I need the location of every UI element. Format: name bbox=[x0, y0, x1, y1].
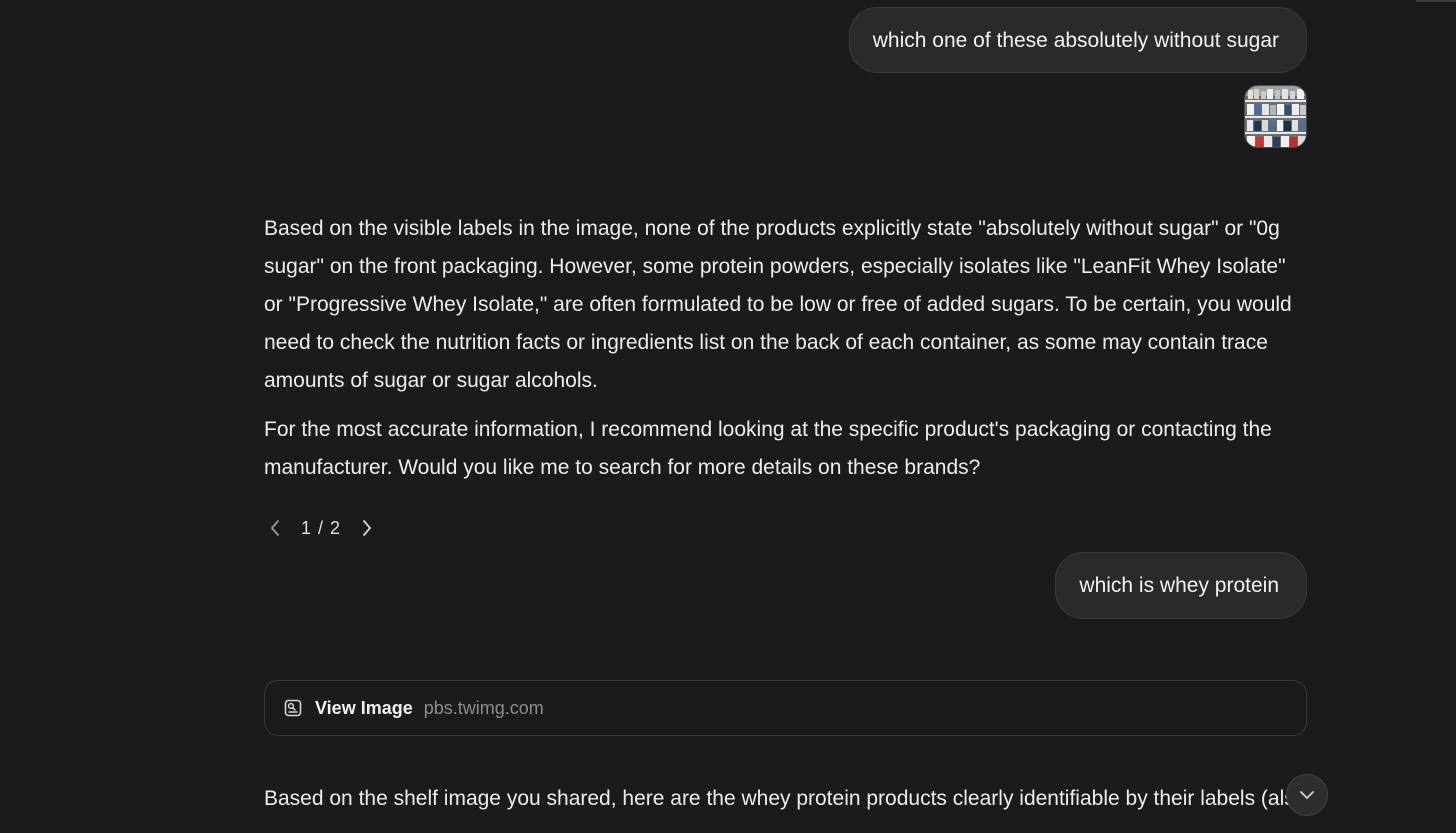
assistant-response-paragraph: For the most accurate information, I rec… bbox=[264, 411, 1309, 487]
chevron-left-icon bbox=[271, 520, 279, 536]
attached-image-thumbnail[interactable] bbox=[1244, 85, 1307, 148]
next-response-button[interactable] bbox=[356, 512, 378, 544]
user-message-bubble: which one of these absolutely without su… bbox=[848, 7, 1307, 73]
chat-page: which one of these absolutely without su… bbox=[0, 0, 1456, 833]
source-card-title: View Image bbox=[315, 697, 413, 718]
assistant-response-paragraph: Based on the shelf image you shared, her… bbox=[264, 780, 1309, 833]
image-search-icon bbox=[284, 699, 302, 717]
view-image-source-card[interactable]: View Image pbs.twimg.com bbox=[264, 680, 1307, 736]
shelf-photo-thumbnail bbox=[1245, 86, 1306, 147]
response-page-counter: 1 / 2 bbox=[301, 517, 342, 538]
scroll-to-bottom-button[interactable] bbox=[1286, 774, 1328, 816]
assistant-response-paragraph: Based on the visible labels in the image… bbox=[264, 210, 1309, 400]
window-edge bbox=[1416, 0, 1456, 2]
assistant-paragraph-text: For the most accurate information, I rec… bbox=[264, 418, 1272, 479]
previous-response-button[interactable] bbox=[264, 512, 286, 544]
user-message-bubble: which is whey protein bbox=[1055, 552, 1307, 619]
user-message-text: which one of these absolutely without su… bbox=[872, 28, 1279, 52]
chevron-down-icon bbox=[1300, 791, 1314, 799]
assistant-paragraph-text: Based on the shelf image you shared, her… bbox=[264, 787, 1309, 810]
assistant-paragraph-text: Based on the visible labels in the image… bbox=[264, 217, 1292, 392]
response-pager: 1 / 2 bbox=[264, 512, 378, 544]
source-card-domain: pbs.twimg.com bbox=[423, 697, 544, 718]
chevron-right-icon bbox=[363, 520, 371, 536]
user-message-text: which is whey protein bbox=[1079, 574, 1279, 597]
